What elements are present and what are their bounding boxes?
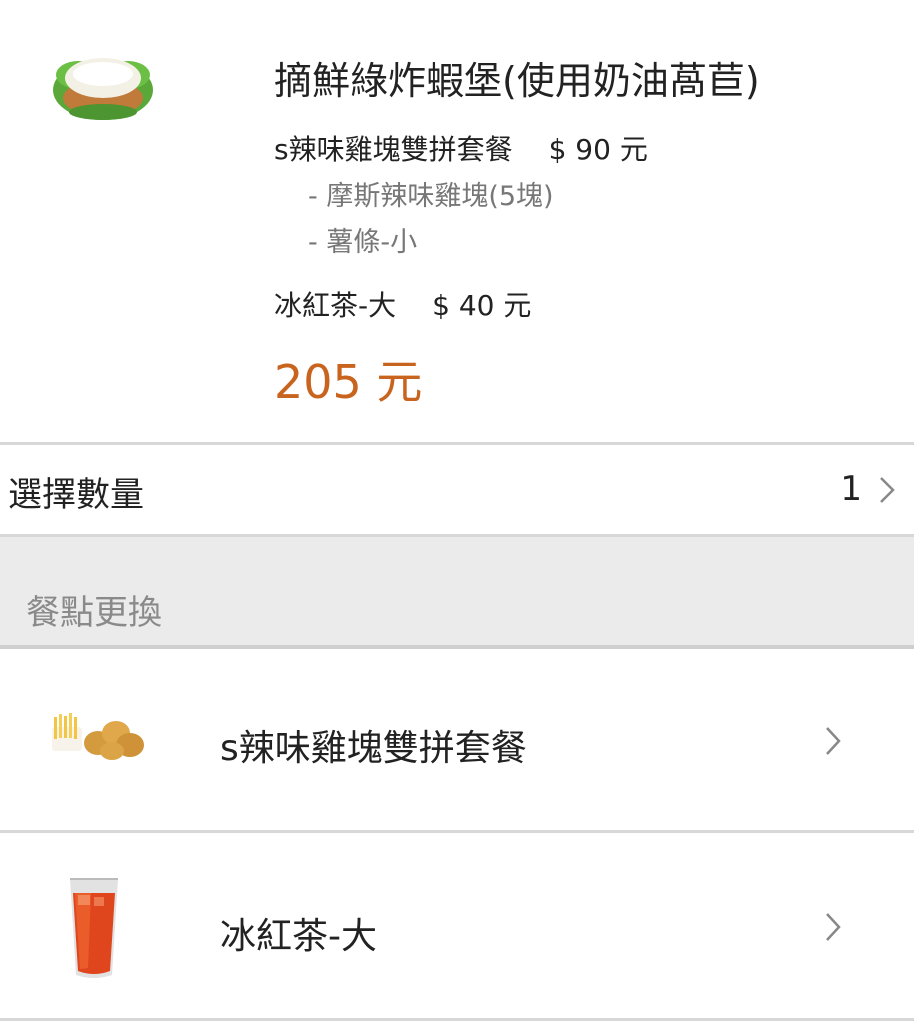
swap-item-set[interactable]: s辣味雞塊雙拼套餐: [0, 649, 914, 830]
drink-name: 冰紅茶-大: [274, 289, 397, 322]
quantity-value: 1: [840, 469, 862, 509]
swap-item-drink[interactable]: 冰紅茶-大: [0, 833, 914, 1018]
product-title: 摘鮮綠炸蝦堡(使用奶油萵苣): [274, 59, 760, 103]
iced-tea-image: [70, 878, 118, 978]
swap-item-label: s辣味雞塊雙拼套餐: [220, 728, 527, 769]
product-summary: 摘鮮綠炸蝦堡(使用奶油萵苣) s辣味雞塊雙拼套餐 $ 90 元 - 摩斯辣味雞塊(…: [0, 0, 914, 442]
swap-item-label: 冰紅茶-大: [220, 916, 377, 957]
chevron-right-icon: [826, 913, 841, 941]
chevron-right-icon: [826, 727, 841, 755]
divider: [0, 1018, 914, 1021]
drink-line: 冰紅茶-大 $ 40 元: [274, 284, 531, 324]
set-subitem: - 薯條-小: [308, 227, 418, 258]
total-price: 205 元: [274, 355, 423, 409]
quantity-label: 選擇數量: [8, 475, 144, 515]
burger-image: [53, 58, 153, 120]
quantity-selector[interactable]: 選擇數量 1: [0, 445, 914, 534]
section-header: 餐點更換: [0, 537, 914, 645]
set-name: s辣味雞塊雙拼套餐: [274, 133, 513, 166]
nuggets-fries-image: [52, 713, 144, 760]
section-title: 餐點更換: [26, 593, 162, 633]
set-line: s辣味雞塊雙拼套餐 $ 90 元: [274, 128, 648, 168]
chevron-right-icon: [880, 477, 895, 503]
set-price: $ 90 元: [548, 133, 648, 166]
drink-price: $ 40 元: [432, 289, 532, 322]
set-subitem: - 摩斯辣味雞塊(5塊): [308, 181, 554, 212]
